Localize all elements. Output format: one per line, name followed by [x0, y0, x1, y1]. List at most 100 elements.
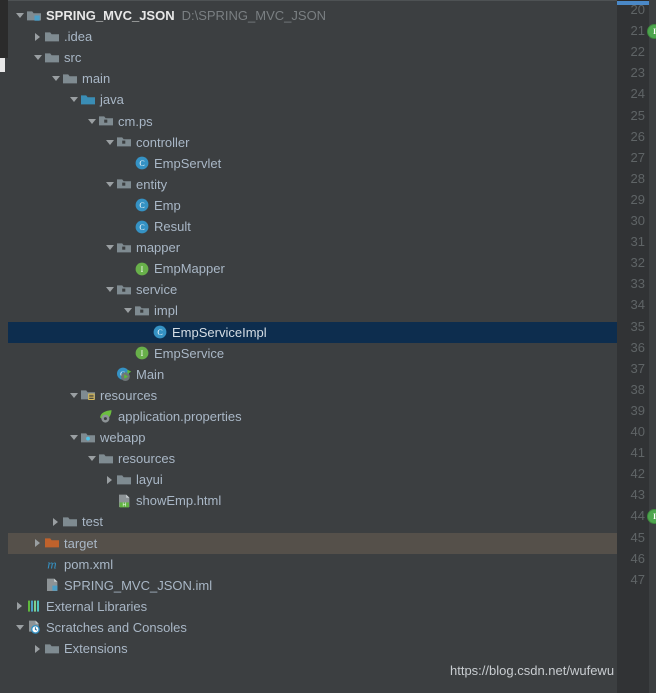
tree-row[interactable]: C Result: [8, 216, 617, 237]
chevron-right-icon[interactable]: [50, 511, 61, 532]
tree-row[interactable]: resources: [8, 385, 617, 406]
project-module-icon: [25, 5, 42, 26]
tree-row-label: showEmp.html: [136, 493, 222, 509]
chevron-down-icon[interactable]: [32, 47, 43, 68]
chevron-down-icon[interactable]: [14, 5, 25, 26]
line-number: 22: [630, 44, 645, 60]
chevron-down-icon[interactable]: [68, 89, 79, 110]
tree-row[interactable]: java: [8, 89, 617, 110]
line-number: 45: [630, 529, 645, 545]
tree-row[interactable]: application.properties: [8, 406, 617, 427]
line-number: 47: [630, 571, 645, 587]
line-number: 38: [630, 381, 645, 397]
tree-row-label: SPRING_MVC_JSON: [46, 8, 175, 23]
tree-row[interactable]: target: [8, 532, 617, 554]
svg-text:C: C: [139, 201, 144, 210]
tree-row[interactable]: src: [8, 47, 617, 68]
tree-row[interactable]: m pom.xml: [8, 554, 617, 575]
tool-strip-handle[interactable]: [0, 58, 5, 72]
tree-row-label: resources: [118, 451, 176, 467]
line-number: 32: [630, 255, 645, 271]
tree-row[interactable]: SPRING_MVC_JSON D:\SPRING_MVC_JSON: [8, 5, 617, 26]
maven-pom-icon: m: [43, 554, 60, 575]
tree-row[interactable]: C EmpServiceImpl: [8, 321, 617, 343]
tree-row[interactable]: HshowEmp.html: [8, 490, 617, 511]
folder-icon: [61, 68, 78, 89]
chevron-right-icon[interactable]: [32, 26, 43, 47]
line-number: 36: [630, 339, 645, 355]
tree-row[interactable]: SPRING_MVC_JSON.iml: [8, 575, 617, 596]
java-interface-icon: I: [133, 258, 150, 279]
svg-text:m: m: [47, 556, 56, 571]
folder-icon: [43, 47, 60, 68]
tree-row-label: resources: [100, 387, 158, 403]
line-number: 25: [630, 107, 645, 123]
tree-row[interactable]: mapper: [8, 237, 617, 258]
chevron-right-icon[interactable]: [32, 533, 43, 554]
chevron-down-icon[interactable]: [68, 427, 79, 448]
tree-row-label: layui: [136, 472, 163, 488]
tree-row[interactable]: controller: [8, 132, 617, 153]
package-icon: [97, 111, 114, 132]
source-root-folder-icon: [79, 89, 96, 110]
runnable-class-icon: C: [115, 364, 132, 385]
no-chevron-spacer: [86, 406, 97, 427]
no-chevron-spacer: [122, 343, 133, 364]
watermark-text: https://blog.csdn.net/wufewu: [450, 663, 615, 678]
implemented-interface-marker[interactable]: I: [647, 24, 656, 40]
tree-row[interactable]: .idea: [8, 26, 617, 47]
tree-row[interactable]: External Libraries: [8, 596, 617, 617]
svg-text:I: I: [140, 349, 143, 358]
line-number: 23: [630, 65, 645, 81]
tree-row[interactable]: Scratches and Consoles: [8, 617, 617, 638]
tree-row-label: src: [64, 50, 82, 66]
tree-row[interactable]: resources: [8, 448, 617, 469]
chevron-right-icon[interactable]: [104, 469, 115, 490]
tree-row-label: application.properties: [118, 408, 242, 424]
chevron-right-icon[interactable]: [14, 596, 25, 617]
no-chevron-spacer: [122, 258, 133, 279]
no-chevron-spacer: [122, 153, 133, 174]
chevron-down-icon[interactable]: [104, 279, 115, 300]
tree-row-label: pom.xml: [64, 556, 114, 572]
chevron-down-icon[interactable]: [104, 132, 115, 153]
libraries-icon: [25, 596, 42, 617]
tree-row[interactable]: service: [8, 279, 617, 300]
line-number: 26: [630, 128, 645, 144]
chevron-down-icon[interactable]: [86, 448, 97, 469]
chevron-down-icon[interactable]: [104, 174, 115, 195]
tree-row[interactable]: CMain: [8, 364, 617, 385]
line-number: 42: [630, 466, 645, 482]
chevron-down-icon[interactable]: [68, 385, 79, 406]
tree-row[interactable]: I EmpService: [8, 343, 617, 364]
project-tree[interactable]: SPRING_MVC_JSON D:\SPRING_MVC_JSON .idea sr…: [8, 0, 617, 693]
tree-row-label: EmpServlet: [154, 155, 222, 171]
tree-row[interactable]: I EmpMapper: [8, 258, 617, 279]
line-number: 46: [630, 550, 645, 566]
tree-row[interactable]: layui: [8, 469, 617, 490]
tree-row-label: main: [82, 71, 111, 87]
tree-row-label: EmpMapper: [154, 261, 225, 277]
tree-row[interactable]: impl: [8, 300, 617, 321]
no-chevron-spacer: [122, 216, 133, 237]
chevron-down-icon[interactable]: [104, 237, 115, 258]
chevron-down-icon[interactable]: [86, 111, 97, 132]
tree-row[interactable]: C EmpServlet: [8, 153, 617, 174]
tree-row[interactable]: C Emp: [8, 195, 617, 216]
line-number: 41: [630, 445, 645, 461]
folder-icon: [43, 26, 60, 47]
editor-scroll-rail[interactable]: [649, 0, 656, 693]
chevron-down-icon[interactable]: [122, 300, 133, 321]
chevron-right-icon[interactable]: [32, 638, 43, 659]
tree-row[interactable]: cm.ps: [8, 111, 617, 132]
chevron-down-icon[interactable]: [50, 68, 61, 89]
tree-row[interactable]: webapp: [8, 427, 617, 448]
tree-row[interactable]: Extensions: [8, 638, 617, 659]
tree-row[interactable]: test: [8, 511, 617, 532]
line-number: 43: [630, 487, 645, 503]
package-icon: [115, 237, 132, 258]
tree-row[interactable]: main: [8, 68, 617, 89]
tree-row-label: Scratches and Consoles: [46, 619, 187, 635]
tree-row[interactable]: entity: [8, 174, 617, 195]
chevron-down-icon[interactable]: [14, 617, 25, 638]
